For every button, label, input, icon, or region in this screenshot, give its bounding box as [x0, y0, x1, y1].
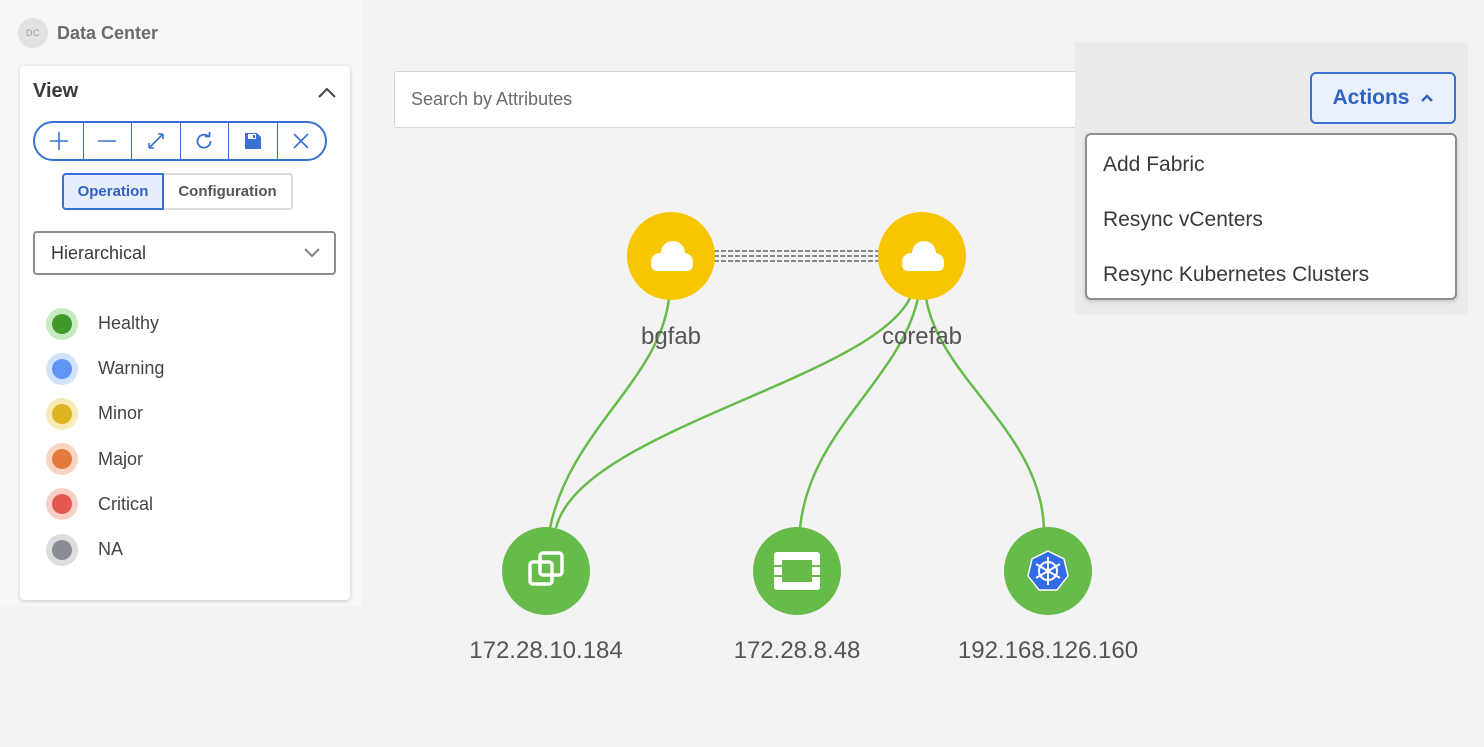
- fabric-node-corefab[interactable]: [878, 212, 966, 300]
- fabric-link[interactable]: [714, 250, 880, 262]
- fabric-node-bgfab[interactable]: [627, 212, 715, 300]
- fabric-label-corefab: corefab: [881, 323, 963, 350]
- topology-graph: [502, 212, 1092, 615]
- host-label-openstack: 172.28.8.48: [733, 637, 861, 664]
- fabric-label-bgfab: bgfab: [640, 323, 702, 350]
- host-label-kubernetes: 192.168.126.160: [957, 637, 1139, 664]
- host-node-kubernetes[interactable]: [1004, 527, 1092, 615]
- host-links: [548, 297, 1046, 529]
- host-label-vcenter: 172.28.10.184: [469, 637, 623, 664]
- host-node-openstack[interactable]: [753, 527, 841, 615]
- host-node-vcenter[interactable]: [502, 527, 590, 615]
